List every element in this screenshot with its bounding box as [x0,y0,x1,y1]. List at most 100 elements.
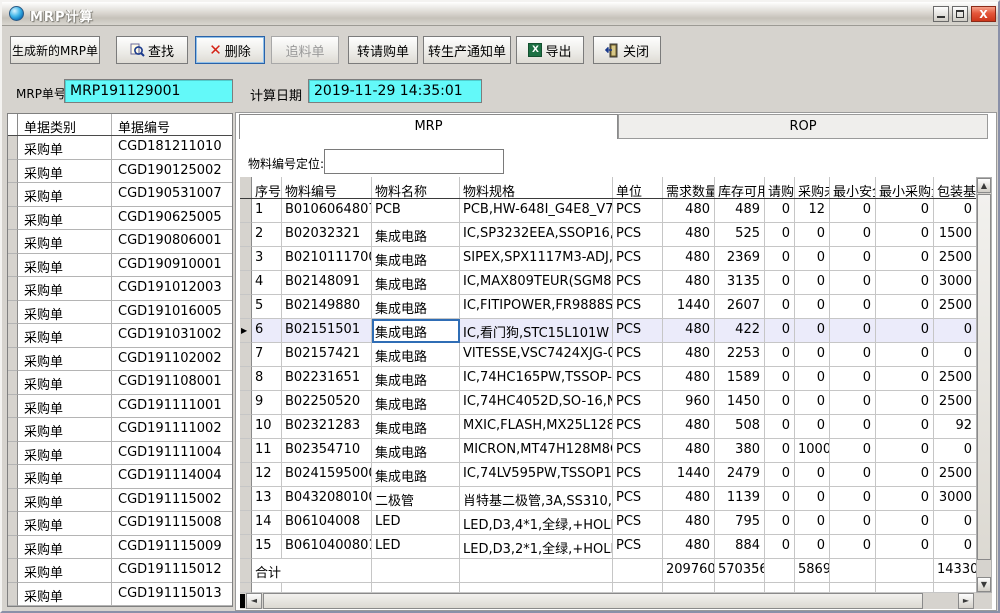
purchased-unreceived-cell[interactable]: 0 [795,295,830,319]
requested-unpurchased-cell[interactable]: 0 [765,511,795,535]
doc-no-cell[interactable]: CGD190806001 [112,230,232,254]
unit-cell[interactable]: PCS [613,415,663,439]
unit-cell[interactable]: PCS [613,247,663,271]
material-row[interactable]: 10 B02321283 集成电路 MXIC,FLASH,MX25L12835F… [240,415,976,439]
package-base-cell[interactable]: 0 [934,511,976,535]
search-button[interactable]: 查找 [116,36,188,64]
demand-qty-cell[interactable]: 480 [663,223,715,247]
stock-available-cell[interactable]: 508 [715,415,765,439]
scroll-left-icon[interactable]: ◄ [246,593,262,609]
material-row[interactable]: 14 B06104008 LED LED,D3,4*1,全绿,+HOLD,D P… [240,511,976,535]
delete-button[interactable]: ✕ 删除 [195,36,265,64]
purchased-unreceived-cell[interactable]: 1000 [795,439,830,463]
min-purchase-cell[interactable]: 0 [876,415,934,439]
package-base-cell[interactable]: 2500 [934,367,976,391]
demand-qty-cell[interactable]: 480 [663,487,715,511]
material-spec-cell[interactable]: MICRON,MT47H128M8CF- [460,439,613,463]
requested-unpurchased-cell[interactable]: 0 [765,487,795,511]
doc-type-cell[interactable]: 采购单 [18,395,112,419]
package-base-cell[interactable]: 1500 [934,223,976,247]
material-row[interactable]: 9 B02250520 集成电路 IC,74HC4052D,SO-16,NXP … [240,391,976,415]
min-purchase-cell[interactable]: 0 [876,319,934,343]
material-row[interactable]: 6 B02151501 集成电路 IC,看门狗,STC15L101W PCS 4… [240,319,976,343]
seq-cell[interactable]: 5 [252,295,282,319]
source-doc-row[interactable]: 采购单 CGD191115002 [8,489,232,513]
material-row[interactable]: 15 B0610400801 LED LED,D3,2*1,全绿,+HOLD,D… [240,535,976,559]
min-purchase-cell[interactable]: 0 [876,199,934,223]
row-indicator[interactable] [8,183,18,207]
min-purchase-cell[interactable]: 0 [876,535,934,559]
stock-available-header[interactable]: 库存可用量 [715,177,765,198]
material-name-cell[interactable]: PCB [372,199,460,223]
material-name-cell[interactable]: 集成电路 [372,439,460,463]
material-spec-cell[interactable]: SIPEX,SPX1117M3-ADJ,80 [460,247,613,271]
material-spec-cell[interactable]: IC,74LV595PW,TSSOP16/7 [460,463,613,487]
demand-qty-cell[interactable]: 480 [663,415,715,439]
doc-no-cell[interactable]: CGD191108001 [112,371,232,395]
requested-unpurchased-cell[interactable]: 0 [765,223,795,247]
source-doc-row[interactable]: 采购单 CGD190806001 [8,230,232,254]
min-purchase-cell[interactable]: 0 [876,223,934,247]
seq-cell[interactable]: 13 [252,487,282,511]
doc-type-cell[interactable]: 采购单 [18,536,112,560]
material-code-cell[interactable]: B02032321 [282,223,372,247]
requested-unpurchased-cell[interactable]: 0 [765,367,795,391]
material-spec-cell[interactable]: IC,SP3232EEA,SSOP16,3.0 [460,223,613,247]
material-row[interactable]: 2 B02032321 集成电路 IC,SP3232EEA,SSOP16,3.0… [240,223,976,247]
seq-cell[interactable]: 15 [252,535,282,559]
material-name-cell[interactable]: 集成电路 [372,463,460,487]
unit-cell[interactable]: PCS [613,391,663,415]
row-indicator[interactable] [8,442,18,466]
purchased-unreceived-cell[interactable]: 0 [795,391,830,415]
unit-cell[interactable]: PCS [613,295,663,319]
material-spec-cell[interactable]: LED,D3,4*1,全绿,+HOLD,D [460,511,613,535]
vertical-scrollbar[interactable]: ▲ ▼ [976,177,992,593]
doc-no-cell[interactable]: CGD190125002 [112,160,232,184]
row-indicator[interactable] [8,418,18,442]
package-base-header[interactable]: 包装基数 [934,177,976,198]
material-name-cell[interactable]: 二极管 [372,487,460,511]
min-safety-cell[interactable]: 0 [830,439,876,463]
material-row[interactable]: 1 B0106064807 PCB PCB,HW-648I_G4E8_V7_2 … [240,199,976,223]
demand-qty-cell[interactable]: 480 [663,199,715,223]
doc-type-header[interactable]: 单据类别 [18,114,112,135]
demand-qty-cell[interactable]: 480 [663,247,715,271]
source-doc-row[interactable]: 采购单 CGD190910001 [8,254,232,278]
material-row[interactable]: 7 B02157421 集成电路 VITESSE,VSC7424XJG-02, … [240,343,976,367]
min-purchase-cell[interactable]: 0 [876,295,934,319]
stock-available-cell[interactable]: 2479 [715,463,765,487]
min-safety-cell[interactable]: 0 [830,271,876,295]
material-code-cell[interactable]: B02149880 [282,295,372,319]
doc-type-cell[interactable]: 采购单 [18,136,112,160]
row-indicator[interactable] [8,277,18,301]
doc-no-cell[interactable]: CGD191115009 [112,536,232,560]
row-indicator[interactable] [8,371,18,395]
material-row[interactable]: 5 B02149880 集成电路 IC,FITIPOWER,FR9888SP( … [240,295,976,319]
doc-type-cell[interactable]: 采购单 [18,207,112,231]
seq-cell[interactable]: 3 [252,247,282,271]
doc-no-cell[interactable]: CGD191111002 [112,418,232,442]
doc-no-cell[interactable]: CGD181211010 [112,136,232,160]
doc-type-cell[interactable]: 采购单 [18,559,112,583]
row-indicator[interactable] [8,583,18,607]
requested-unpurchased-cell[interactable]: 0 [765,271,795,295]
purchased-unreceived-header[interactable]: 采购未入库量 [795,177,830,198]
material-row[interactable]: 4 B02148091 集成电路 IC,MAX809TEUR(SGM809- P… [240,271,976,295]
doc-type-cell[interactable]: 采购单 [18,418,112,442]
doc-no-cell[interactable]: CGD191115002 [112,489,232,513]
demand-qty-cell[interactable]: 480 [663,343,715,367]
doc-no-cell[interactable]: CGD191031002 [112,324,232,348]
unit-cell[interactable]: PCS [613,439,663,463]
doc-no-cell[interactable]: CGD191111004 [112,442,232,466]
material-code-cell[interactable]: B02231651 [282,367,372,391]
min-safety-cell[interactable]: 0 [830,535,876,559]
material-row[interactable]: 11 B02354710 集成电路 MICRON,MT47H128M8CF- P… [240,439,976,463]
min-safety-cell[interactable]: 0 [830,487,876,511]
row-indicator[interactable] [8,207,18,231]
row-indicator[interactable] [240,319,252,343]
package-base-cell[interactable]: 2500 [934,295,976,319]
row-indicator[interactable] [240,535,252,559]
material-name-cell[interactable]: 集成电路 [372,415,460,439]
close-button[interactable]: X [971,6,996,22]
source-doc-row[interactable]: 采购单 CGD191111001 [8,395,232,419]
